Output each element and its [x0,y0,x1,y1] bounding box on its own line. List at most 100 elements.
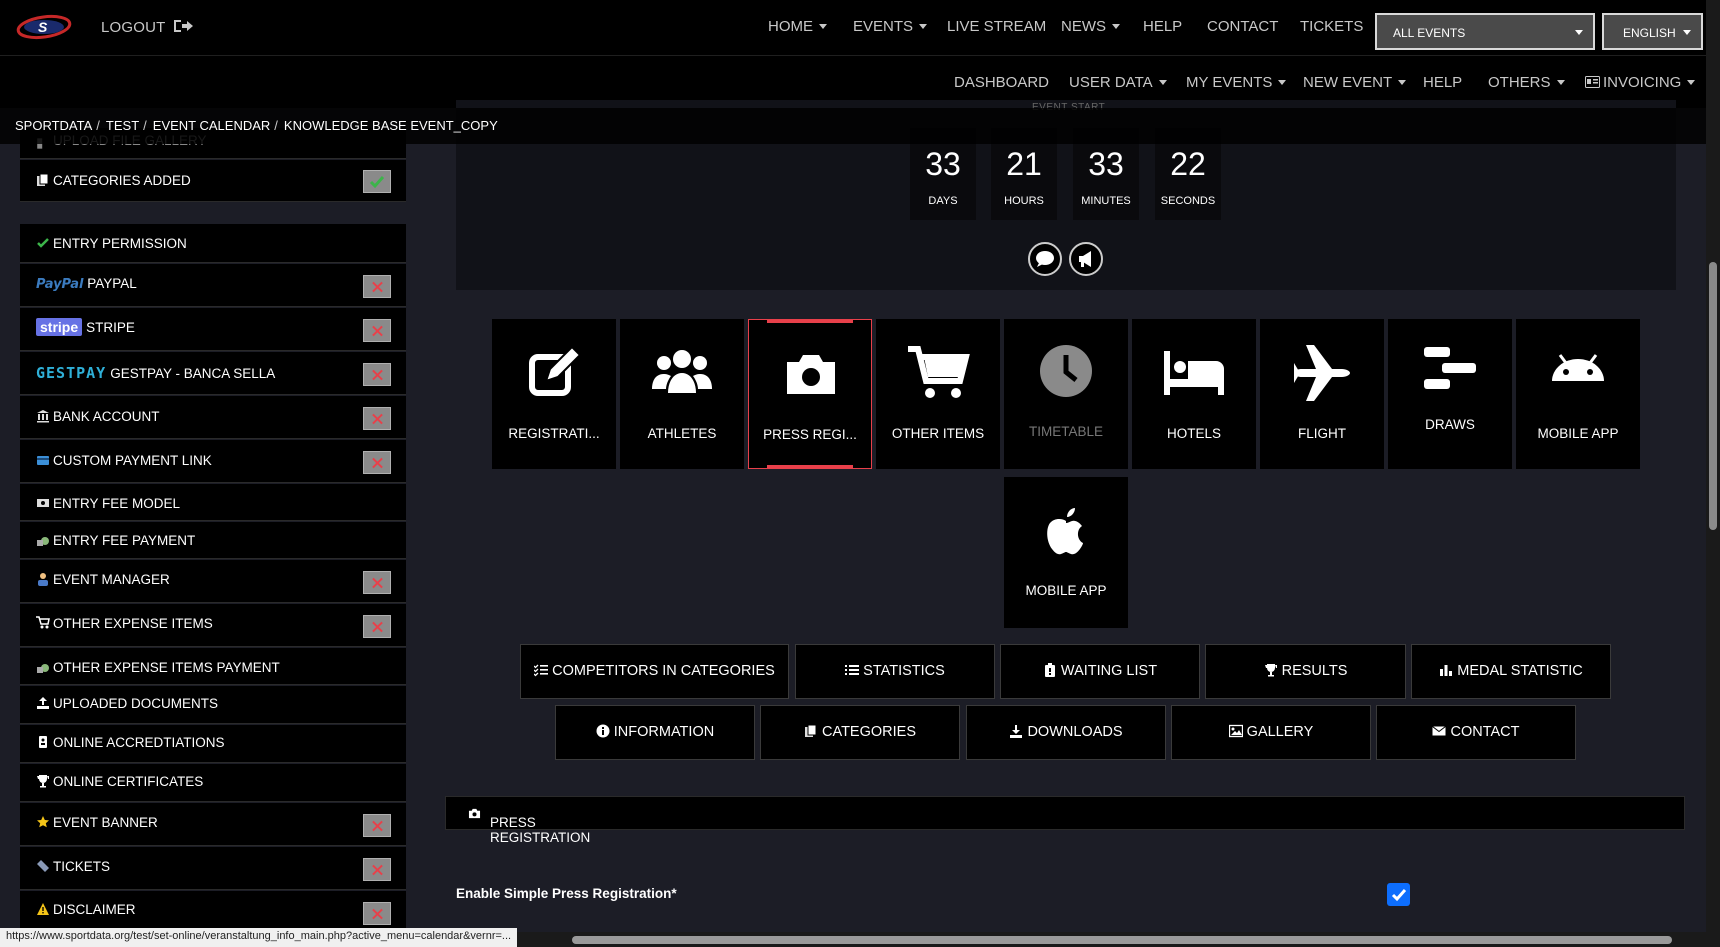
status-error-button[interactable] [363,275,391,298]
nav-contact[interactable]: CONTACT [1207,18,1278,35]
sidebar-item-online-certificates[interactable]: ONLINE CERTIFICATES [20,764,406,802]
list-check-icon [534,664,549,677]
status-error-button[interactable] [363,902,391,925]
chevron-down-icon [1112,24,1120,29]
sidebar-item-online-accreditations[interactable]: ONLINE ACCREDTIATIONS [20,725,406,763]
status-error-button[interactable] [363,615,391,638]
nav-others[interactable]: OTHERS [1488,74,1565,91]
status-error-button[interactable] [363,858,391,881]
status-error-button[interactable] [363,363,391,386]
nav-new-event[interactable]: NEW EVENT [1303,74,1407,91]
card-icon [37,456,49,465]
bed-icon [1164,351,1224,395]
sidebar-item-entry-fee-payment[interactable]: ENTRY FEE PAYMENT [20,522,406,559]
sidebar-item-other-expense-items-payment[interactable]: OTHER EXPENSE ITEMS PAYMENT [20,648,406,685]
breadcrumb-test[interactable]: TEST [106,118,139,133]
nav-help-2[interactable]: HELP [1423,74,1462,91]
enable-press-registration-checkbox[interactable] [1387,883,1410,906]
image-icon [1228,724,1243,738]
sidebar-item-stripe[interactable]: stripe STRIPE [20,308,406,351]
contact-button[interactable]: CONTACT [1376,705,1576,760]
info-icon [596,724,610,738]
tile-athletes[interactable]: ATHLETES [620,319,744,469]
announce-button[interactable] [1069,242,1103,276]
vertical-scrollbar[interactable] [1706,0,1720,947]
sidebar-item-uploaded-documents[interactable]: UPLOADED DOCUMENTS [20,686,406,724]
clipboard-icon [1044,663,1055,677]
check-icon [369,176,385,189]
gallery-button[interactable]: GALLERY [1171,705,1371,760]
medal-statistic-button[interactable]: MEDAL STATISTIC [1411,644,1611,699]
sportdata-logo[interactable]: S [16,12,72,42]
results-button[interactable]: RESULTS [1205,644,1406,699]
status-error-button[interactable] [363,814,391,837]
nav-user-data[interactable]: USER DATA [1069,74,1167,91]
competitors-in-categories-button[interactable]: COMPETITORS IN CATEGORIES [520,644,789,699]
statistics-button[interactable]: STATISTICS [795,644,995,699]
status-error-button[interactable] [363,407,391,430]
chevron-down-icon [1575,30,1583,35]
sidebar-item-gestpay[interactable]: GESTPAY GESTPAY - BANCA SELLA [20,352,406,395]
check-icon [37,238,49,248]
tile-mobile-app-apple[interactable]: MOBILE APP [1004,477,1128,628]
waiting-list-button[interactable]: WAITING LIST [1000,644,1200,699]
tile-registration[interactable]: REGISTRATI... [492,319,616,469]
comment-icon [1036,251,1054,267]
logout-icon [173,20,193,32]
envelope-icon [1432,726,1447,736]
sidebar-item-entry-fee-model[interactable]: ENTRY FEE MODEL [20,484,406,521]
tile-timetable[interactable]: TIMETABLE [1004,319,1128,469]
press-registration-title: PRESS REGISTRATION [490,815,591,845]
vertical-scroll-thumb[interactable] [1709,262,1717,530]
downloads-button[interactable]: DOWNLOADS [966,705,1166,760]
camera-icon [468,808,481,819]
sidebar-item-bank-account[interactable]: BANK ACCOUNT [20,396,406,439]
sidebar-item-custom-payment-link[interactable]: CUSTOM PAYMENT LINK [20,440,406,483]
horizontal-scroll-thumb[interactable] [572,936,1672,944]
logout-link[interactable]: LOGOUT [101,18,194,36]
nav-events[interactable]: EVENTS [853,18,928,35]
information-button[interactable]: INFORMATION [555,705,755,760]
tile-mobile-app-android[interactable]: MOBILE APP [1516,319,1640,469]
star-icon [37,816,49,828]
tile-flight[interactable]: FLIGHT [1260,319,1384,469]
categories-button[interactable]: CATEGORIES [760,705,960,760]
language-select[interactable]: ENGLISH [1602,13,1703,50]
check-icon [1391,889,1407,902]
sidebar-item-categories-added[interactable]: CATEGORIES ADDED [20,160,406,202]
tile-draws[interactable]: DRAWS [1388,319,1512,469]
tile-press-registration[interactable]: PRESS REGI... [748,319,872,469]
nav-dashboard[interactable]: DASHBOARD [954,74,1049,91]
nav-home[interactable]: HOME [768,18,827,35]
sidebar-item-paypal[interactable]: PayPal PAYPAL [20,264,406,307]
camera-icon [787,355,835,394]
nav-news[interactable]: NEWS [1061,18,1120,35]
status-error-button[interactable] [363,571,391,594]
sidebar-item-event-banner[interactable]: EVENT BANNER [20,803,406,846]
money-bag-icon [37,537,49,546]
sidebar-item-tickets[interactable]: TICKETS [20,847,406,890]
breadcrumb-sportdata[interactable]: SPORTDATA [15,118,92,133]
nav-invoicing[interactable]: INVOICING [1585,74,1696,91]
chevron-down-icon [819,24,827,29]
sidebar-item-event-manager[interactable]: EVENT MANAGER [20,560,406,603]
nav-tickets[interactable]: TICKETS [1300,18,1363,35]
chat-button[interactable] [1028,242,1062,276]
nav-live-stream[interactable]: LIVE STREAM [947,18,1046,35]
copy-icon [37,173,49,186]
breadcrumb-event-calendar[interactable]: EVENT CALENDAR [153,118,271,133]
chevron-down-icon [919,24,928,29]
events-select[interactable]: ALL EVENTS [1375,13,1595,50]
tile-other-items[interactable]: OTHER ITEMS [876,319,1000,469]
edit-icon [529,345,582,396]
sidebar-item-entry-permission[interactable]: ENTRY PERMISSION [20,224,406,263]
status-error-button[interactable] [363,451,391,474]
status-ok-button[interactable] [363,170,391,193]
sidebar-item-other-expense-items[interactable]: OTHER EXPENSE ITEMS [20,604,406,647]
status-error-button[interactable] [363,319,391,342]
chevron-down-icon [1556,80,1565,85]
clock-icon [1040,345,1092,397]
nav-my-events[interactable]: MY EVENTS [1186,74,1287,91]
tile-hotels[interactable]: HOTELS [1132,319,1256,469]
nav-help[interactable]: HELP [1143,18,1182,35]
